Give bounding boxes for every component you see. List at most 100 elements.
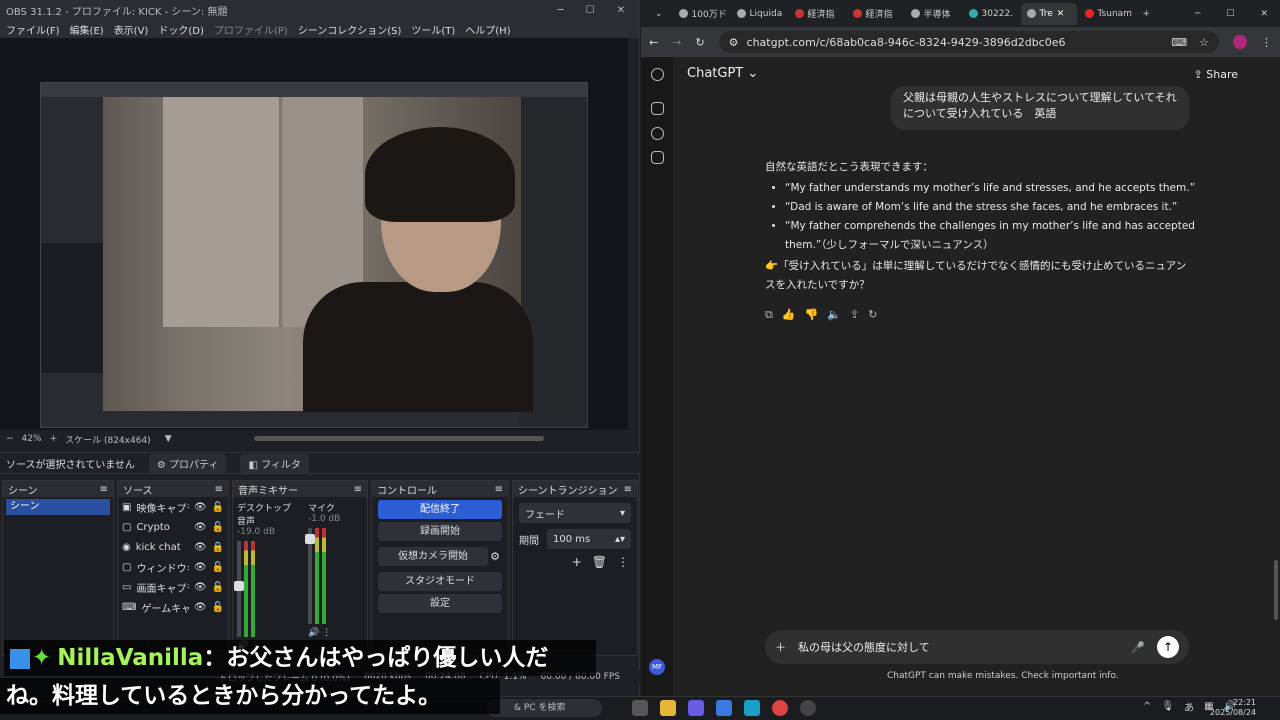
source-item[interactable]: ▢ウィンドウキャプ👁🔓	[118, 557, 228, 577]
copilot-icon[interactable]	[688, 700, 704, 716]
settings-button[interactable]: 設定	[378, 594, 502, 613]
profile-avatar[interactable]	[1233, 35, 1247, 49]
tab-active[interactable]: Tre ✕	[1020, 2, 1077, 25]
lock-icon[interactable]: 🔓	[212, 562, 224, 573]
tab[interactable]: 経済指	[847, 3, 903, 25]
lock-icon[interactable]: 🔓	[212, 602, 224, 613]
back-icon[interactable]: ←	[649, 36, 658, 49]
reload-icon[interactable]: ↻	[695, 36, 704, 49]
maximize-icon[interactable]: ☐	[1226, 9, 1234, 19]
gear-icon[interactable]: ⚙	[490, 550, 500, 563]
lock-icon[interactable]: 🔓	[212, 502, 224, 513]
close-icon[interactable]: ✕	[1057, 9, 1065, 19]
menu-tools[interactable]: ツール(T)	[411, 22, 455, 37]
clock[interactable]: 22:21 2025/08/24	[1210, 698, 1256, 718]
tab[interactable]: 30222.	[963, 3, 1019, 25]
openai-logo-icon[interactable]	[651, 68, 664, 81]
minimize-icon[interactable]: ─	[1195, 9, 1200, 19]
scale-dropdown-icon[interactable]: ▼	[165, 434, 172, 444]
composer-input[interactable]: 私の母は父の態度に対して	[798, 639, 930, 655]
tab[interactable]: Tsunam	[1079, 3, 1135, 25]
share-button[interactable]: ⇪ Share	[1194, 68, 1238, 81]
close-icon[interactable]: ✕	[1260, 9, 1268, 19]
eye-icon[interactable]: 👁	[194, 602, 207, 613]
tab-search-icon[interactable]: ⌄	[647, 9, 671, 19]
model-selector[interactable]: ChatGPT ⌄	[687, 66, 758, 81]
url-field[interactable]: ⚙ chatgpt.com/c/68ab0ca8-946c-8324-9429-3…	[718, 31, 1219, 53]
eye-icon[interactable]: 👁	[194, 502, 207, 513]
share-icon[interactable]: ⇪	[850, 308, 859, 322]
preview-scrollbar[interactable]	[254, 436, 544, 441]
source-item[interactable]: ▣映像キャプチャ👁🔓	[118, 497, 228, 517]
folder-icon[interactable]	[660, 700, 676, 716]
library-icon[interactable]	[651, 151, 664, 164]
eye-icon[interactable]: 👁	[194, 582, 207, 593]
chevron-up-icon[interactable]: ^	[1143, 701, 1151, 712]
tab[interactable]: 100万ド	[673, 3, 729, 25]
volume-fader[interactable]	[305, 528, 315, 624]
new-tab-icon[interactable]: +	[1137, 9, 1157, 19]
minimize-icon[interactable]: ─	[558, 5, 564, 16]
trash-icon[interactable]: 🗑	[592, 555, 607, 569]
more-icon[interactable]: ⋮	[617, 555, 629, 569]
source-item[interactable]: ⌨ゲームキャプチャ👁🔓	[118, 597, 228, 617]
eye-icon[interactable]: 👁	[194, 562, 207, 573]
dock-menu-icon[interactable]: ≡	[495, 484, 503, 495]
tab[interactable]: 経済指	[789, 3, 845, 25]
tab[interactable]: Liquida	[731, 3, 787, 25]
thumbs-up-icon[interactable]: 👍	[782, 308, 796, 322]
ime-indicator[interactable]: あ	[1184, 699, 1194, 714]
dock-menu-icon[interactable]: ≡	[624, 484, 632, 495]
scene-item[interactable]: シーン	[6, 499, 110, 515]
forward-icon[interactable]: →	[672, 36, 681, 49]
filters-button[interactable]: ◧ フィルタ	[240, 453, 309, 473]
site-info-icon[interactable]: ⚙	[729, 36, 739, 49]
menu-profile[interactable]: プロファイル(P)	[214, 22, 288, 37]
menu-dock[interactable]: ドック(D)	[158, 22, 204, 37]
menu-icon[interactable]: ⋮	[1261, 36, 1272, 49]
duration-input[interactable]: 100 ms ▴▾	[547, 529, 631, 549]
copy-icon[interactable]: ⧉	[765, 308, 773, 322]
lock-icon[interactable]: 🔓	[212, 522, 224, 533]
close-icon[interactable]: ✕	[617, 5, 625, 16]
menu-help[interactable]: ヘルプ(H)	[465, 22, 510, 37]
search-icon[interactable]	[651, 127, 664, 140]
tab[interactable]: 半導体	[905, 3, 961, 25]
menu-view[interactable]: 表示(V)	[114, 22, 149, 37]
source-item[interactable]: ▭画面キャプチャ👁🔓	[118, 577, 228, 597]
obs-icon[interactable]	[800, 700, 816, 716]
dock-menu-icon[interactable]: ≡	[100, 484, 108, 495]
volume-fader[interactable]	[234, 541, 244, 637]
studio-mode-button[interactable]: スタジオモード	[378, 572, 502, 591]
translate-icon[interactable]: ⌨	[1171, 36, 1187, 49]
add-icon[interactable]: +	[572, 555, 582, 569]
page-scrollbar[interactable]	[1274, 560, 1278, 620]
read-aloud-icon[interactable]: 🔈	[827, 308, 841, 322]
eye-icon[interactable]: 👁	[194, 522, 207, 533]
regenerate-icon[interactable]: ↻	[868, 308, 877, 322]
eye-icon[interactable]: 👁	[194, 542, 207, 553]
microphone-icon[interactable]: 🎤	[1131, 641, 1145, 654]
edge-icon[interactable]	[744, 700, 760, 716]
stop-streaming-button[interactable]: 配信終了	[378, 500, 502, 519]
menu-edit[interactable]: 編集(E)	[70, 22, 104, 37]
plus-icon[interactable]: ＋	[775, 639, 786, 655]
maximize-icon[interactable]: ☐	[586, 5, 595, 16]
start-recording-button[interactable]: 録画開始	[378, 522, 502, 541]
lock-icon[interactable]: 🔒	[212, 542, 224, 553]
source-item[interactable]: ▢ Crypto 👁 🔓	[118, 517, 228, 537]
mic-icon[interactable]: 🎙	[1161, 701, 1174, 712]
thumbs-down-icon[interactable]: 👎	[805, 308, 819, 322]
menu-file[interactable]: ファイル(F)	[6, 22, 60, 37]
avatar[interactable]: MF	[649, 659, 665, 675]
properties-button[interactable]: ⚙ プロパティ	[148, 453, 227, 473]
lock-icon[interactable]: 🔓	[212, 582, 224, 593]
task-view-icon[interactable]	[632, 700, 648, 716]
dock-menu-icon[interactable]: ≡	[215, 484, 223, 495]
store-icon[interactable]	[716, 700, 732, 716]
zoom-in-icon[interactable]: +	[50, 434, 58, 444]
start-virtual-camera-button[interactable]: 仮想カメラ開始	[378, 547, 489, 566]
zoom-out-icon[interactable]: −	[6, 434, 14, 444]
send-button[interactable]: ↑	[1157, 636, 1179, 658]
menu-scene-collection[interactable]: シーンコレクション(S)	[298, 22, 402, 37]
